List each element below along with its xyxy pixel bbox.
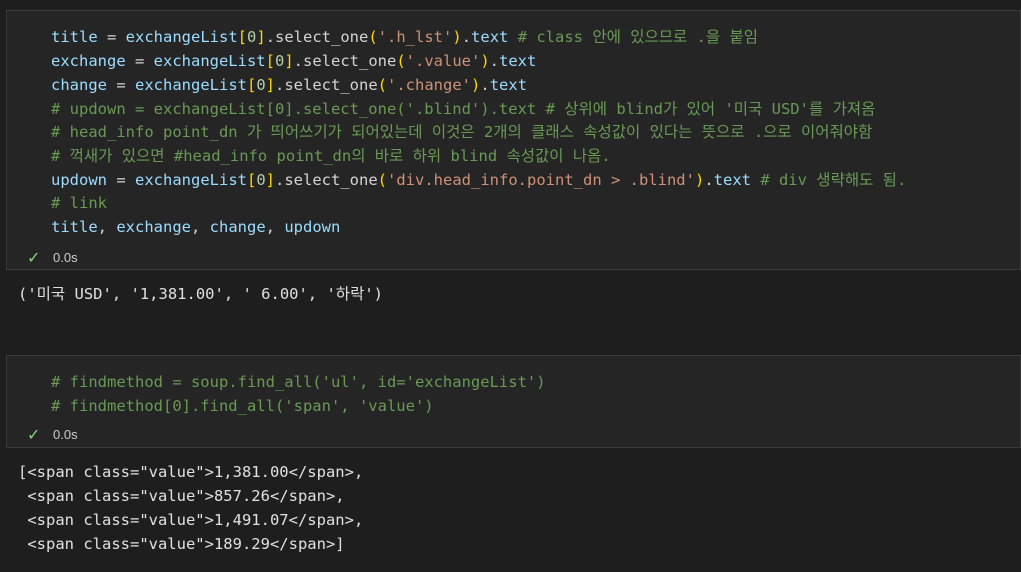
code-bracket: ( (377, 76, 388, 94)
code-identifier: exchangeList (125, 28, 238, 46)
success-check-icon: ✓ (27, 247, 41, 267)
code-number: 0 (256, 171, 266, 189)
code-line[interactable]: title, exchange, change, updown (51, 215, 1016, 239)
code-number: 0 (247, 28, 257, 46)
code-bracket: ] (256, 28, 266, 46)
code-bracket: ) (694, 171, 705, 189)
execution-time: 0.0s (53, 249, 78, 265)
code-punct: . (461, 28, 472, 46)
execution-time: 0.0s (53, 426, 78, 442)
code-bracket: ) (471, 76, 481, 94)
code-bracket: ( (396, 52, 406, 70)
code-cell-2[interactable]: # findmethod = soup.find_all('ul', id='e… (6, 355, 1021, 448)
code-identifier: exchangeList (135, 76, 247, 94)
code-number: 0 (256, 76, 266, 94)
code-bracket: [ (246, 171, 257, 189)
code-line[interactable]: # link (51, 191, 1016, 215)
code-identifier: change (51, 76, 107, 94)
code-string: '.value' (405, 52, 481, 70)
code-identifier: exchangeList (135, 171, 247, 189)
code-punct: . (489, 52, 500, 70)
code-comment: # head_info point_dn 가 띄어쓰기가 되어있는데 이것은 2… (51, 123, 873, 141)
code-number: 0 (274, 52, 285, 70)
code-identifier: exchangeList (153, 52, 266, 70)
code-bracket: ] (284, 52, 294, 70)
code-comment: # 꺽새가 있으면 #head_info point_dn의 바로 하위 bli… (51, 147, 611, 165)
code-comment: # link (51, 194, 107, 212)
code-line[interactable]: # 꺽새가 있으면 #head_info point_dn의 바로 하위 bli… (51, 144, 1016, 168)
code-comment: # findmethod[0].find_all('span', 'value'… (51, 397, 434, 415)
code-comment: # findmethod = soup.find_all('ul', id='e… (51, 373, 546, 391)
code-string: '.h_lst' (377, 28, 453, 46)
code-identifier: change (209, 218, 266, 236)
code-punct: .select_one (275, 171, 378, 189)
code-comment: # class 안에 있으므로 .을 붙임 (508, 28, 759, 46)
code-punct: = (107, 171, 135, 189)
success-check-icon: ✓ (27, 424, 41, 444)
code-identifier: title (51, 218, 98, 236)
code-punct: .select_one (275, 76, 378, 94)
code-punct: , (265, 218, 285, 236)
code-bracket: [ (265, 52, 275, 70)
cell-output-line: <span class="value">1,491.07</span>, (18, 511, 364, 529)
code-bracket: [ (237, 28, 247, 46)
code-line[interactable]: # updown = exchangeList[0].select_one('.… (51, 97, 1016, 121)
code-identifier: text (489, 76, 528, 94)
code-bracket: ( (377, 171, 388, 189)
cell-output-line: [<span class="value">1,381.00</span>, (18, 463, 364, 481)
code-identifier: updown (284, 218, 341, 236)
code-identifier: text (471, 28, 509, 46)
code-punct: .select_one (293, 52, 397, 70)
code-bracket: ] (265, 76, 276, 94)
code-string: '.change' (387, 76, 472, 94)
code-bracket: ) (452, 28, 462, 46)
code-punct: . (704, 171, 714, 189)
code-identifier: text (499, 52, 537, 70)
code-punct: , (191, 218, 210, 236)
code-identifier: text (713, 171, 751, 189)
code-punct: . (480, 76, 490, 94)
code-punct: = (97, 28, 126, 46)
code-line[interactable]: # findmethod[0].find_all('span', 'value'… (51, 394, 1016, 418)
code-punct: , (97, 218, 117, 236)
code-bracket: [ (246, 76, 257, 94)
code-identifier: title (51, 28, 98, 46)
code-comment: # div 생략해도 됨. (750, 171, 907, 189)
code-identifier: exchange (51, 52, 126, 70)
code-comment: # updown = exchangeList[0].select_one('.… (51, 100, 876, 118)
code-punct: .select_one (265, 28, 369, 46)
code-string: 'div.head_info.point_dn > .blind' (387, 171, 695, 189)
code-line[interactable]: change = exchangeList[0].select_one('.ch… (51, 73, 1016, 97)
code-bracket: ) (480, 52, 490, 70)
code-bracket: ] (265, 171, 276, 189)
code-line[interactable]: title = exchangeList[0].select_one('.h_l… (51, 25, 1016, 49)
code-punct: = (107, 76, 135, 94)
code-identifier: exchange (116, 218, 191, 236)
code-line[interactable]: # findmethod = soup.find_all('ul', id='e… (51, 370, 1016, 394)
cell-output-line: <span class="value">857.26</span>, (18, 487, 345, 505)
code-bracket: ( (368, 28, 378, 46)
code-line[interactable]: updown = exchangeList[0].select_one('div… (51, 168, 1016, 192)
cell-output-line: ('미국 USD', '1,381.00', ' 6.00', '하락') (18, 285, 383, 303)
cell-output-line: <span class="value">189.29</span>] (18, 535, 345, 553)
execution-status: ✓ 0.0s (27, 424, 78, 444)
code-punct: = (125, 52, 154, 70)
code-cell-1[interactable]: title = exchangeList[0].select_one('.h_l… (6, 10, 1021, 270)
code-line[interactable]: # head_info point_dn 가 띄어쓰기가 되어있는데 이것은 2… (51, 120, 1016, 144)
code-line[interactable]: exchange = exchangeList[0].select_one('.… (51, 49, 1016, 73)
execution-status: ✓ 0.0s (27, 247, 78, 267)
code-identifier: updown (51, 171, 107, 189)
